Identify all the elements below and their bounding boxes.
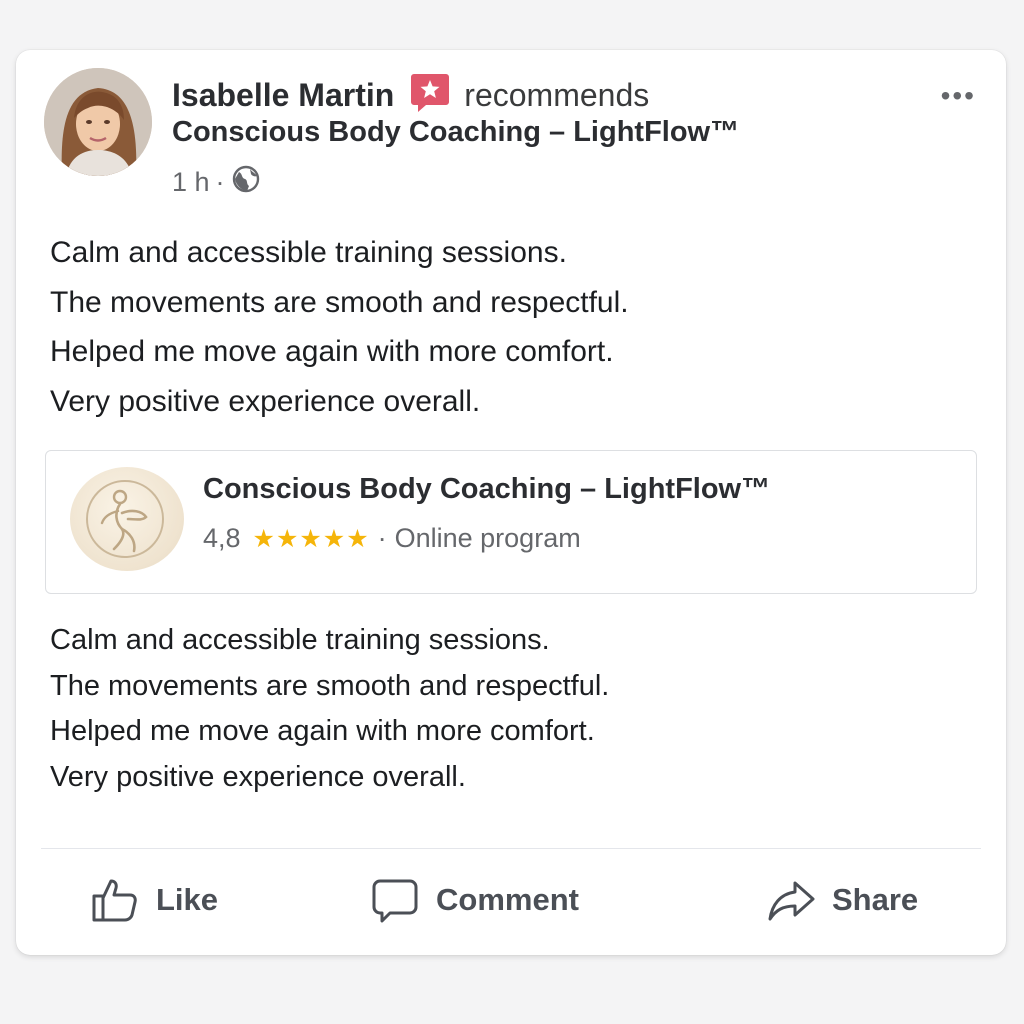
review-line: The movements are smooth and respectful.: [50, 669, 610, 702]
page-logo: [70, 467, 184, 571]
review-line: Helped me move again with more comfort.: [50, 335, 614, 368]
page-card-title[interactable]: Conscious Body Coaching – LightFlow™: [203, 473, 770, 506]
post-header-line: Isabelle Martin recommends: [172, 72, 649, 119]
page-category: Online program: [394, 523, 581, 553]
comment-button[interactable]: Comment: [370, 872, 579, 928]
recommend-star-icon: [410, 72, 450, 119]
meta-separator: ·: [215, 167, 225, 197]
review-body-repeat: Calm and accessible training sessions. T…: [50, 618, 609, 800]
post-card: Isabelle Martin recommends Conscious Bod…: [16, 50, 1006, 955]
share-arrow-icon: [768, 881, 815, 921]
rating-line: 4,8 ★★★★★ · Online program: [203, 523, 581, 554]
thumbs-up-icon: [92, 879, 137, 922]
recommends-text: recommends: [464, 77, 650, 113]
review-line: Helped me move again with more comfort.: [50, 715, 595, 747]
review-body: Calm and accessible training sessions. T…: [50, 228, 629, 426]
like-label: Like: [156, 882, 219, 917]
action-divider: [41, 848, 981, 849]
rating-separator: ·: [377, 523, 387, 553]
recommended-page-card[interactable]: Conscious Body Coaching – LightFlow™ 4,8…: [45, 450, 977, 594]
post-timestamp[interactable]: 1 h: [172, 167, 210, 198]
review-line: Very positive experience overall.: [50, 760, 466, 793]
share-label: Share: [832, 882, 919, 917]
review-line: The movements are smooth and respectful.: [50, 285, 629, 319]
author-name[interactable]: Isabelle Martin: [172, 77, 394, 114]
star-rating: ★★★★★: [252, 524, 370, 553]
post-meta: 1 h ·: [172, 164, 261, 201]
review-line: Very positive experience overall.: [50, 384, 481, 418]
share-button[interactable]: Share: [766, 872, 918, 928]
review-line: Calm and accessible training sessions.: [50, 236, 567, 269]
review-line: Calm and accessible training sessions.: [50, 624, 550, 656]
like-button[interactable]: Like: [90, 872, 218, 928]
globe-icon: [231, 164, 261, 201]
rating-value: 4,8: [203, 523, 241, 553]
more-options-button[interactable]: •••: [941, 82, 976, 110]
avatar[interactable]: [44, 68, 152, 176]
recommended-page-name[interactable]: Conscious Body Coaching – LightFlow™: [172, 116, 739, 149]
comment-label: Comment: [436, 882, 579, 917]
avatar-photo: [44, 68, 152, 176]
body-figure-logo-icon: [86, 480, 164, 558]
comment-bubble-icon: [372, 879, 418, 923]
